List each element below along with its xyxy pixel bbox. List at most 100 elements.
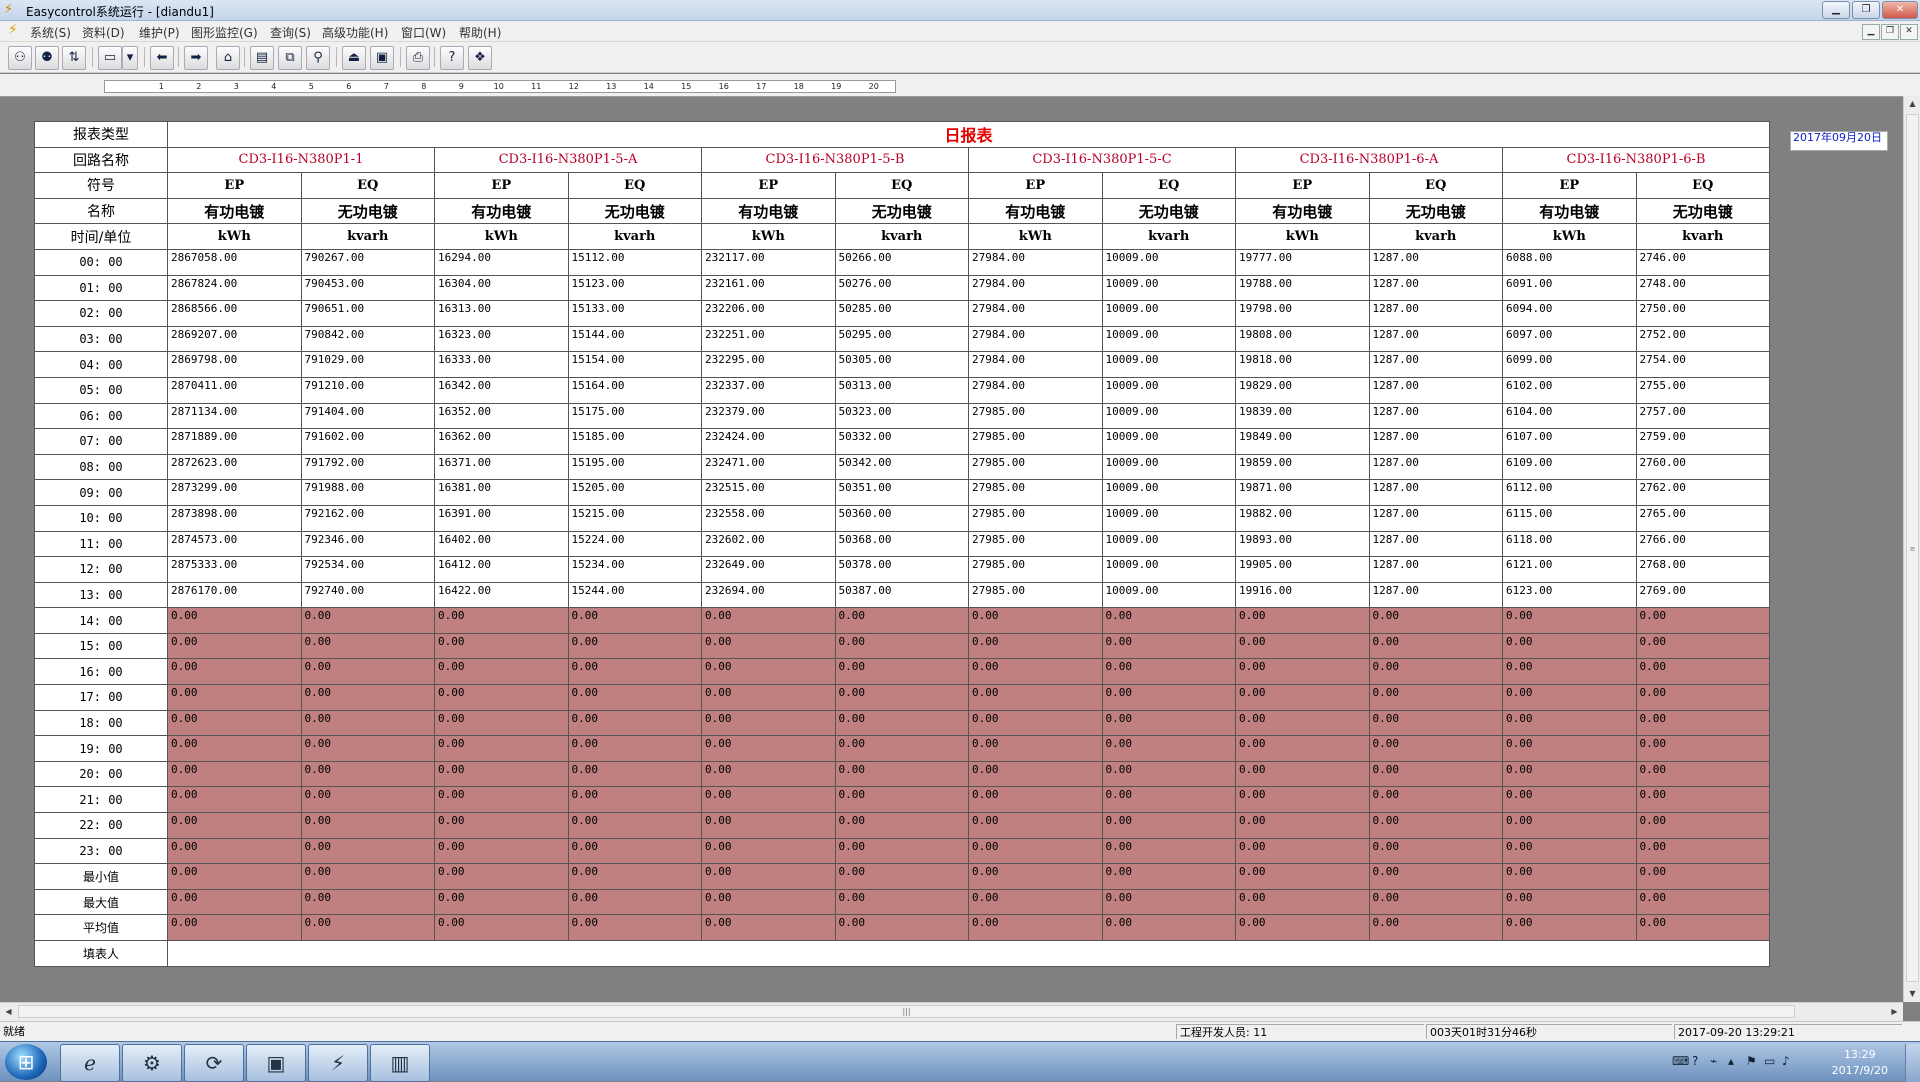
stat-value-cell[interactable]: 0.00 xyxy=(1635,863,1770,890)
value-cell[interactable]: 0.00 xyxy=(567,632,702,660)
print-button[interactable]: ⎙ xyxy=(406,46,430,70)
value-cell[interactable]: 27985.00 xyxy=(968,530,1103,558)
value-cell[interactable]: 2750.00 xyxy=(1635,300,1770,327)
value-cell[interactable]: 790267.00 xyxy=(300,248,435,276)
value-cell[interactable]: 792162.00 xyxy=(300,504,435,532)
ruler[interactable]: 1 2 3 4 5 6 7 8 9 10 11 12 13 14 15 16 17 18 19 20 xyxy=(104,80,896,93)
value-cell[interactable]: 19777.00 xyxy=(1235,248,1370,276)
value-cell[interactable]: 15185.00 xyxy=(567,428,702,455)
value-cell[interactable]: 2869798.00 xyxy=(167,351,302,378)
value-cell[interactable]: 10009.00 xyxy=(1101,453,1236,481)
value-cell[interactable]: 6088.00 xyxy=(1502,248,1637,276)
value-cell[interactable]: 15215.00 xyxy=(567,504,702,532)
value-cell[interactable]: 1287.00 xyxy=(1368,556,1503,583)
value-cell[interactable]: 15154.00 xyxy=(567,351,702,378)
value-cell[interactable]: 0.00 xyxy=(1101,760,1236,788)
value-cell[interactable]: 0.00 xyxy=(701,837,836,865)
value-cell[interactable]: 0.00 xyxy=(1235,735,1370,762)
horizontal-scroll-thumb[interactable]: ||| xyxy=(18,1005,1795,1018)
value-cell[interactable]: 0.00 xyxy=(1235,786,1370,814)
value-cell[interactable]: 19905.00 xyxy=(1235,556,1370,583)
value-cell[interactable]: 19859.00 xyxy=(1235,453,1370,481)
value-cell[interactable]: 0.00 xyxy=(1368,607,1503,634)
value-cell[interactable]: 2766.00 xyxy=(1635,530,1770,558)
value-cell[interactable]: 6099.00 xyxy=(1502,351,1637,378)
value-cell[interactable]: 0.00 xyxy=(1635,632,1770,660)
value-cell[interactable]: 0.00 xyxy=(1101,735,1236,762)
value-cell[interactable]: 1287.00 xyxy=(1368,402,1503,430)
value-cell[interactable]: 2768.00 xyxy=(1635,556,1770,583)
stat-value-cell[interactable]: 0.00 xyxy=(1368,888,1503,916)
taskbar-app2-button[interactable]: ⚙ xyxy=(122,1044,182,1082)
value-cell[interactable]: 790453.00 xyxy=(300,274,435,302)
value-cell[interactable]: 2755.00 xyxy=(1635,376,1770,404)
value-cell[interactable]: 19839.00 xyxy=(1235,402,1370,430)
value-cell[interactable]: 15123.00 xyxy=(567,274,702,302)
value-cell[interactable]: 2873299.00 xyxy=(167,479,302,506)
value-cell[interactable]: 27985.00 xyxy=(968,504,1103,532)
value-cell[interactable]: 0.00 xyxy=(1635,658,1770,686)
value-cell[interactable]: 0.00 xyxy=(1235,837,1370,865)
value-cell[interactable]: 232337.00 xyxy=(701,376,836,404)
value-cell[interactable]: 0.00 xyxy=(434,607,569,634)
stat-value-cell[interactable]: 0.00 xyxy=(167,863,302,890)
stat-value-cell[interactable]: 0.00 xyxy=(434,914,569,941)
value-cell[interactable]: 27984.00 xyxy=(968,300,1103,327)
value-cell[interactable]: 50351.00 xyxy=(834,479,969,506)
value-cell[interactable]: 2769.00 xyxy=(1635,581,1770,609)
value-cell[interactable]: 10009.00 xyxy=(1101,300,1236,327)
stat-value-cell[interactable]: 0.00 xyxy=(1635,888,1770,916)
taskbar-ie-button[interactable]: ℯ xyxy=(60,1044,120,1082)
value-cell[interactable]: 10009.00 xyxy=(1101,428,1236,455)
back-button[interactable]: ⬅ xyxy=(150,46,174,70)
value-cell[interactable]: 16402.00 xyxy=(434,530,569,558)
value-cell[interactable]: 16371.00 xyxy=(434,453,569,481)
value-cell[interactable]: 790842.00 xyxy=(300,325,435,353)
value-cell[interactable]: 10009.00 xyxy=(1101,479,1236,506)
value-cell[interactable]: 6121.00 xyxy=(1502,556,1637,583)
vertical-scroll-thumb[interactable]: ≡ xyxy=(1906,114,1919,982)
value-cell[interactable]: 16422.00 xyxy=(434,581,569,609)
value-cell[interactable]: 1287.00 xyxy=(1368,325,1503,353)
stat-value-cell[interactable]: 0.00 xyxy=(1635,914,1770,941)
value-cell[interactable]: 0.00 xyxy=(300,632,435,660)
menu-maintain[interactable]: 维护(P) xyxy=(139,24,180,41)
menu-help[interactable]: 帮助(H) xyxy=(459,24,501,41)
value-cell[interactable]: 232295.00 xyxy=(701,351,836,378)
toolbar-button-2[interactable]: ⚉ xyxy=(35,46,59,70)
value-cell[interactable]: 0.00 xyxy=(167,684,302,711)
value-cell[interactable]: 0.00 xyxy=(834,709,969,737)
value-cell[interactable]: 6112.00 xyxy=(1502,479,1637,506)
value-cell[interactable]: 15164.00 xyxy=(567,376,702,404)
value-cell[interactable]: 791792.00 xyxy=(300,453,435,481)
value-cell[interactable]: 0.00 xyxy=(1368,735,1503,762)
value-cell[interactable]: 1287.00 xyxy=(1368,428,1503,455)
value-cell[interactable]: 0.00 xyxy=(834,684,969,711)
value-cell[interactable]: 232379.00 xyxy=(701,402,836,430)
value-cell[interactable]: 0.00 xyxy=(968,684,1103,711)
value-cell[interactable]: 0.00 xyxy=(1235,607,1370,634)
value-cell[interactable]: 2746.00 xyxy=(1635,248,1770,276)
value-cell[interactable]: 0.00 xyxy=(834,786,969,814)
value-cell[interactable]: 0.00 xyxy=(434,837,569,865)
value-cell[interactable]: 19818.00 xyxy=(1235,351,1370,378)
value-cell[interactable]: 2872623.00 xyxy=(167,453,302,481)
stat-value-cell[interactable]: 0.00 xyxy=(834,914,969,941)
stat-value-cell[interactable]: 0.00 xyxy=(1502,863,1637,890)
value-cell[interactable]: 10009.00 xyxy=(1101,402,1236,430)
value-cell[interactable]: 27985.00 xyxy=(968,556,1103,583)
value-cell[interactable]: 27984.00 xyxy=(968,248,1103,276)
stat-value-cell[interactable]: 0.00 xyxy=(1101,914,1236,941)
value-cell[interactable]: 0.00 xyxy=(968,812,1103,839)
value-cell[interactable]: 0.00 xyxy=(1502,684,1637,711)
mdi-minimize-button[interactable]: ▁ xyxy=(1862,24,1880,40)
value-cell[interactable]: 0.00 xyxy=(300,786,435,814)
value-cell[interactable]: 232515.00 xyxy=(701,479,836,506)
value-cell[interactable]: 791210.00 xyxy=(300,376,435,404)
value-cell[interactable]: 16362.00 xyxy=(434,428,569,455)
value-cell[interactable]: 232471.00 xyxy=(701,453,836,481)
value-cell[interactable]: 10009.00 xyxy=(1101,376,1236,404)
value-cell[interactable]: 10009.00 xyxy=(1101,248,1236,276)
value-cell[interactable]: 2876170.00 xyxy=(167,581,302,609)
value-cell[interactable]: 19882.00 xyxy=(1235,504,1370,532)
